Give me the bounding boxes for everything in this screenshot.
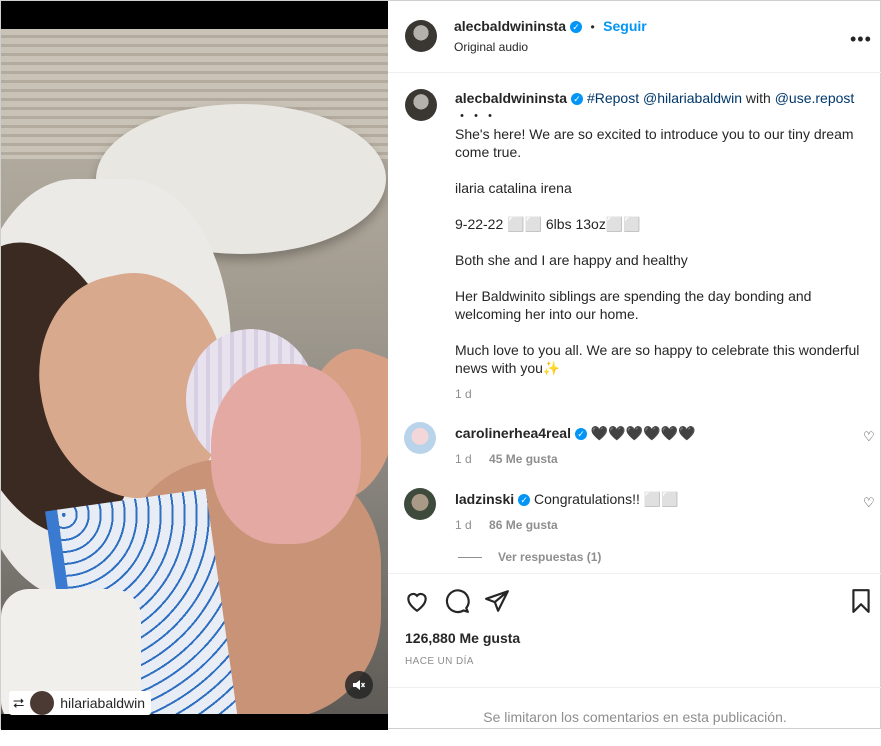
- repost-badge[interactable]: ⮂ hilariabaldwin: [9, 691, 152, 715]
- post-media[interactable]: ⮂ hilariabaldwin: [1, 1, 388, 730]
- repost-username: hilariabaldwin: [60, 695, 146, 711]
- author-avatar[interactable]: [405, 20, 437, 52]
- action-bar: 126,880 Me gusta HACE UN DÍA: [388, 573, 881, 688]
- caption-line: Her Baldwinito siblings are spending the…: [455, 288, 812, 322]
- comment-likes[interactable]: 86 Me gusta: [489, 518, 558, 532]
- post-caption: alecbaldwininsta ✓ #Repost @hilariabaldwi…: [455, 89, 865, 403]
- comment-time[interactable]: 1 d: [455, 518, 472, 532]
- post-header: alecbaldwininsta ✓ • Seguir Original audi…: [388, 1, 881, 73]
- with-word: with: [745, 90, 771, 106]
- verified-badge-icon: ✓: [570, 20, 583, 33]
- verified-badge-icon: ✓: [518, 494, 531, 507]
- comment-likes[interactable]: 45 Me gusta: [489, 452, 558, 466]
- view-replies-button[interactable]: Ver respuestas (1): [458, 550, 601, 564]
- likes-count[interactable]: 126,880 Me gusta: [405, 630, 520, 646]
- repost-mention[interactable]: @hilariabaldwin: [643, 90, 742, 106]
- caption-line: ilaria catalina irena: [455, 180, 572, 196]
- verified-badge-icon: ✓: [571, 93, 584, 106]
- comment-like-heart-icon[interactable]: ♡: [863, 429, 875, 445]
- comment-username[interactable]: carolinerhea4real: [455, 425, 571, 441]
- caption-line: 9-22-22 ⬜⬜ 6lbs 13oz⬜⬜: [455, 216, 641, 232]
- save-bookmark-icon[interactable]: [848, 588, 874, 614]
- comment-like-heart-icon[interactable]: ♡: [863, 495, 875, 511]
- comment-bubble-icon[interactable]: [444, 588, 470, 614]
- repost-avatar: [30, 691, 55, 715]
- comment-text: Congratulations!! ⬜⬜: [534, 491, 679, 507]
- app-mention[interactable]: @use.repost: [775, 90, 855, 106]
- post-time[interactable]: HACE UN DÍA: [405, 656, 474, 667]
- comment-username[interactable]: ladzinski: [455, 491, 514, 507]
- audio-label[interactable]: Original audio: [454, 40, 528, 54]
- video-frame[interactable]: [1, 29, 388, 714]
- repost-hashtag[interactable]: #Repost: [587, 90, 639, 106]
- share-send-icon[interactable]: [484, 588, 510, 614]
- like-heart-icon[interactable]: [404, 588, 430, 614]
- comment-time[interactable]: 1 d: [455, 452, 472, 466]
- caption-time[interactable]: 1 d: [455, 385, 865, 403]
- post-details-panel: alecbaldwininsta ✓ • Seguir Original audi…: [388, 1, 881, 730]
- caption-line: She's here! We are so excited to introdu…: [455, 126, 854, 160]
- separator-dot: •: [590, 20, 595, 34]
- caption-line: Much love to you all. We are so happy to…: [455, 342, 860, 376]
- comment-avatar[interactable]: [404, 488, 436, 520]
- repost-icon: ⮂: [13, 694, 25, 711]
- follow-button[interactable]: Seguir: [603, 18, 647, 34]
- more-options-icon[interactable]: •••: [850, 29, 872, 50]
- verified-badge-icon: ✓: [574, 428, 587, 441]
- caption-username[interactable]: alecbaldwininsta: [455, 90, 567, 106]
- comment-text: 🖤🖤🖤🖤🖤🖤: [590, 425, 696, 441]
- caption-line: Both she and I are happy and healthy: [455, 252, 688, 268]
- speaker-muted-icon[interactable]: [345, 671, 373, 699]
- caption-author-avatar[interactable]: [405, 89, 437, 121]
- comments-limited-notice: Se limitaron los comentarios en esta pub…: [388, 687, 881, 731]
- post-window: ⮂ hilariabaldwin alecbaldwininsta ✓ • Seg…: [0, 0, 881, 730]
- author-username[interactable]: alecbaldwininsta: [454, 18, 566, 34]
- caption-dots: ・・・: [455, 108, 497, 124]
- comment-avatar[interactable]: [404, 422, 436, 454]
